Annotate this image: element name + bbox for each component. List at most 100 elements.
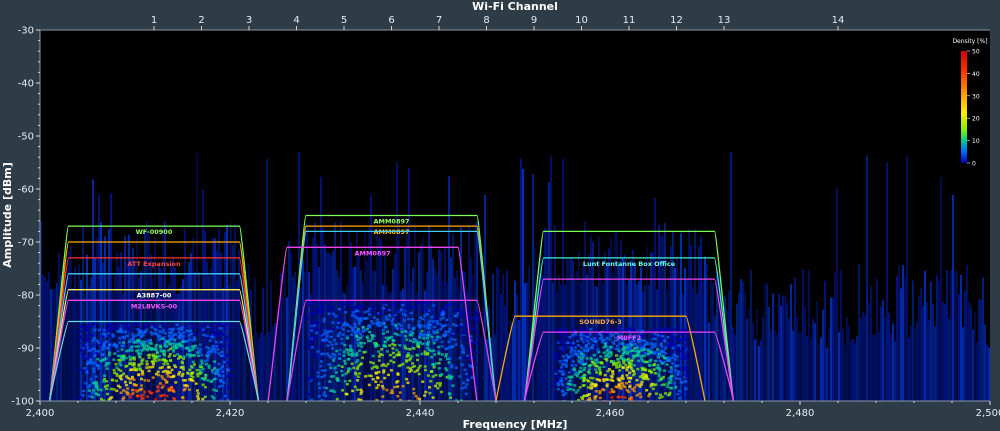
density-cell (346, 370, 350, 374)
noise-streak (822, 309, 824, 401)
density-cell (446, 320, 450, 324)
density-cell (591, 344, 595, 347)
density-cell (90, 391, 94, 395)
density-cell (398, 391, 402, 394)
density-cell (435, 337, 439, 341)
density-cell (445, 368, 449, 372)
noise-streak (774, 329, 776, 401)
legend-tick-label: 0 (972, 161, 976, 168)
density-cell (597, 378, 601, 382)
density-cell (120, 344, 124, 347)
noise-streak (748, 309, 750, 401)
density-cell (404, 303, 408, 306)
density-cell (162, 354, 166, 357)
noise-streak (860, 317, 862, 401)
density-cell (680, 380, 684, 384)
density-cell (306, 317, 310, 321)
density-cell (569, 376, 573, 379)
density-cell (418, 341, 422, 344)
density-cell (674, 346, 678, 349)
density-cell (78, 341, 82, 345)
density-cell (415, 353, 419, 357)
density-cell (683, 347, 687, 350)
density-cell (620, 395, 624, 399)
density-cell (209, 335, 213, 339)
noise-streak (756, 309, 758, 401)
density-cell (407, 306, 411, 310)
noise-streak (326, 252, 328, 401)
density-cell (420, 352, 424, 356)
density-cell (450, 345, 454, 349)
density-cell (640, 357, 644, 360)
density-cell (381, 384, 385, 388)
density-cell (578, 386, 582, 389)
density-cell (356, 318, 360, 321)
density-cell (229, 343, 233, 347)
density-cell (384, 364, 388, 368)
density-cell (627, 361, 631, 365)
density-cell (437, 324, 441, 327)
density-cell (451, 384, 455, 387)
noise-streak (278, 311, 280, 401)
density-cell (225, 322, 229, 325)
density-cell (223, 360, 227, 364)
density-cell (621, 343, 625, 346)
density-cell (437, 352, 441, 355)
density-cell (323, 301, 327, 305)
density-cell (598, 391, 602, 395)
density-cell (566, 388, 570, 392)
density-cell (170, 368, 174, 372)
density-cell (129, 393, 133, 397)
density-cell (665, 363, 669, 366)
density-cell (434, 373, 438, 377)
density-cell (677, 389, 681, 393)
density-cell (82, 370, 86, 373)
noise-streak (814, 323, 816, 401)
density-cell (337, 364, 341, 367)
density-cell (114, 363, 118, 366)
density-cell (449, 314, 453, 317)
density-cell (438, 382, 442, 385)
density-cell (342, 354, 346, 357)
noise-streak (792, 330, 794, 401)
density-cell (579, 346, 583, 349)
density-cell (427, 322, 431, 325)
density-cell (568, 335, 572, 339)
density-cell (311, 307, 315, 310)
density-cell (165, 340, 169, 343)
noise-streak (820, 337, 822, 401)
density-cell (165, 323, 169, 327)
density-cell (81, 352, 85, 356)
noise-streak (936, 275, 938, 401)
density-cell (95, 392, 99, 396)
noise-streak (878, 331, 880, 401)
y-tick-label: -30 (18, 26, 34, 37)
density-cell (469, 371, 473, 375)
density-cell (327, 312, 331, 316)
density-cell (143, 379, 147, 382)
density-cell (581, 354, 585, 357)
noise-streak (766, 284, 768, 401)
density-cell (158, 382, 162, 385)
density-cell (657, 372, 661, 376)
density-cell (91, 322, 95, 326)
density-cell (315, 336, 319, 339)
density-cell (78, 336, 82, 339)
density-cell (351, 314, 355, 317)
density-cell (640, 354, 644, 358)
density-cell (389, 369, 393, 372)
density-cell (672, 353, 676, 357)
density-cell (564, 363, 568, 366)
density-cell (375, 308, 379, 311)
density-cell (370, 367, 374, 370)
density-cell (174, 343, 178, 346)
noise-streak (856, 335, 858, 401)
density-cell (195, 389, 199, 392)
density-cell (407, 317, 411, 321)
density-cell (85, 371, 89, 374)
density-cell (81, 394, 85, 397)
density-cell (618, 342, 622, 345)
density-cell (124, 390, 128, 394)
density-cell (447, 330, 451, 333)
channel-tick-label: 3 (246, 15, 252, 26)
